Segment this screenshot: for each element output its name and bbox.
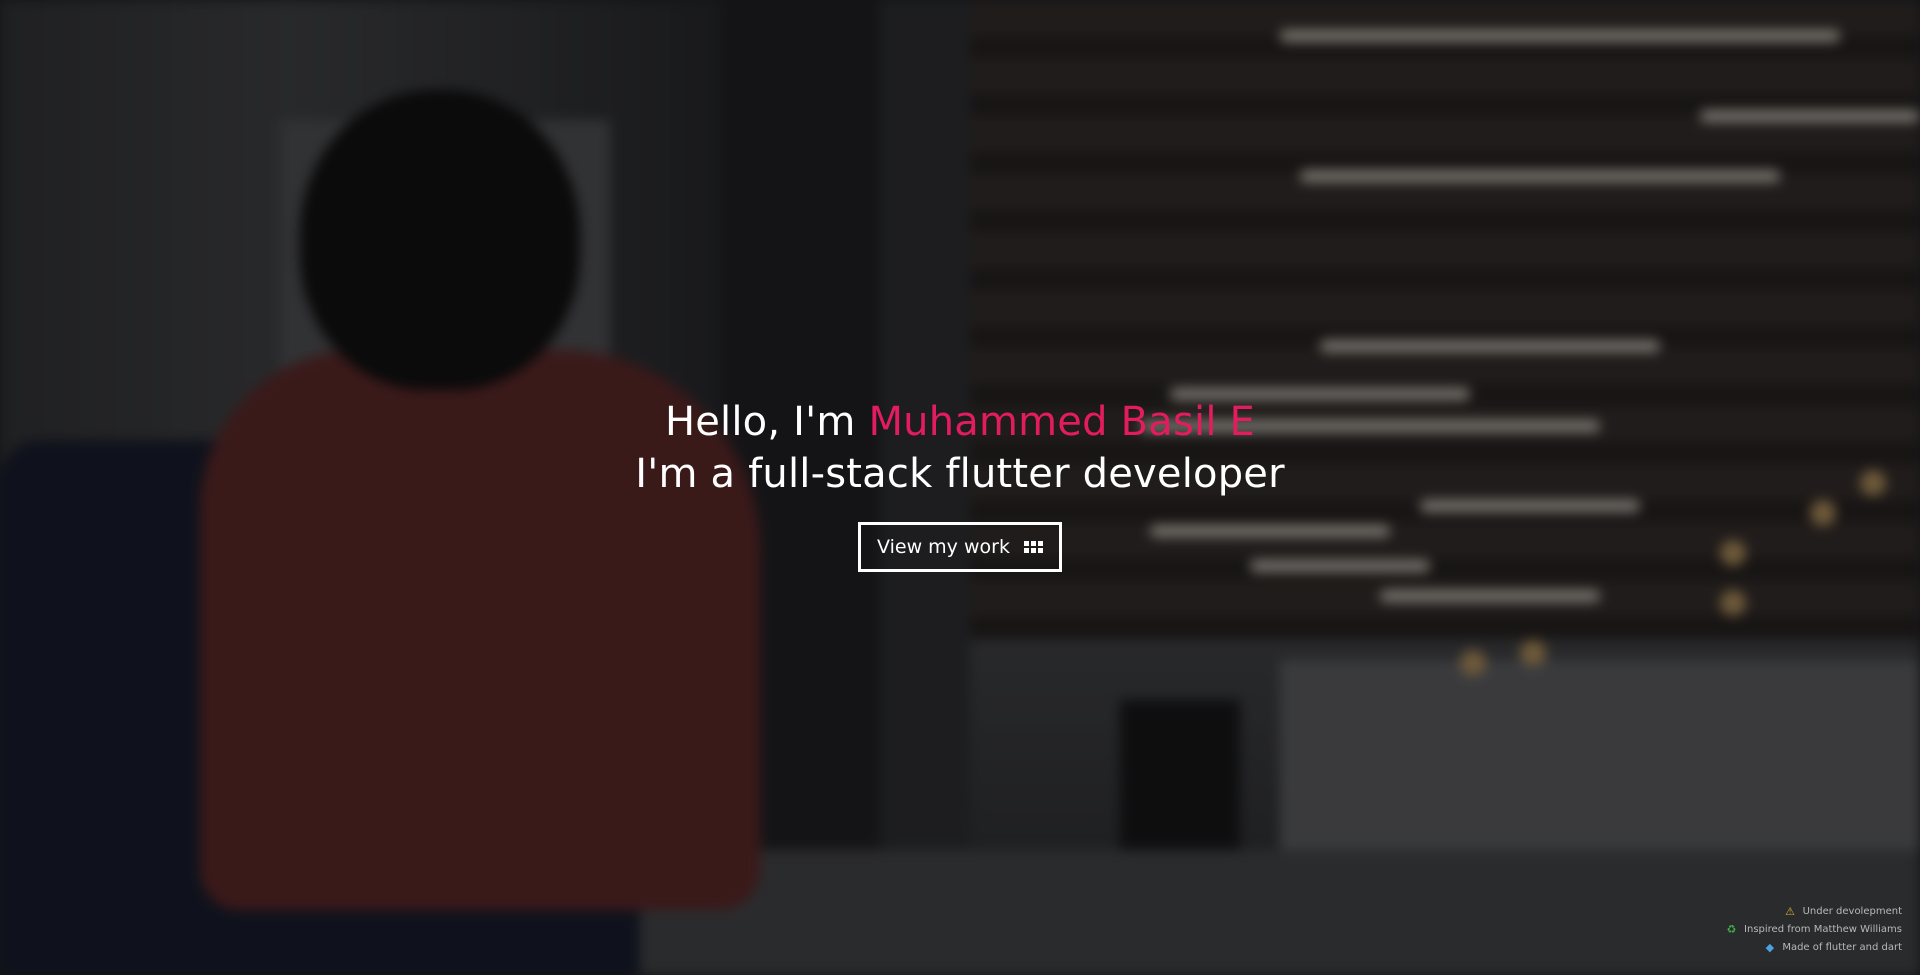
footer-notes: ⚠ Under devolepment ♻ Inspired from Matt…	[1725, 903, 1902, 957]
footer-item: ◆ Made of flutter and dart	[1725, 939, 1902, 957]
footer-item-label: Inspired from Matthew Williams	[1744, 924, 1902, 935]
view-my-work-button[interactable]: View my work	[858, 522, 1062, 572]
greeting-text: Hello, I'm	[664, 399, 869, 445]
recycle-icon: ♻	[1726, 923, 1737, 936]
hero-tagline: I'm a full-stack flutter developer	[635, 451, 1285, 497]
footer-item: ♻ Inspired from Matthew Williams	[1725, 921, 1902, 939]
landing-page: Hello, I'm Muhammed Basil E I'm a full-s…	[0, 0, 1920, 975]
grid-icon	[1023, 541, 1043, 553]
footer-item: ⚠ Under devolepment	[1725, 903, 1902, 921]
footer-item-label: Under devolepment	[1802, 906, 1902, 917]
footer-item-label: Made of flutter and dart	[1782, 942, 1902, 953]
view-my-work-label: View my work	[877, 536, 1010, 558]
flutter-icon: ◆	[1765, 941, 1775, 954]
hero-section: Hello, I'm Muhammed Basil E I'm a full-s…	[0, 396, 1920, 572]
hero-greeting: Hello, I'm Muhammed Basil E	[0, 396, 1920, 448]
warning-icon: ⚠	[1785, 905, 1796, 918]
developer-name: Muhammed Basil E	[868, 399, 1256, 445]
